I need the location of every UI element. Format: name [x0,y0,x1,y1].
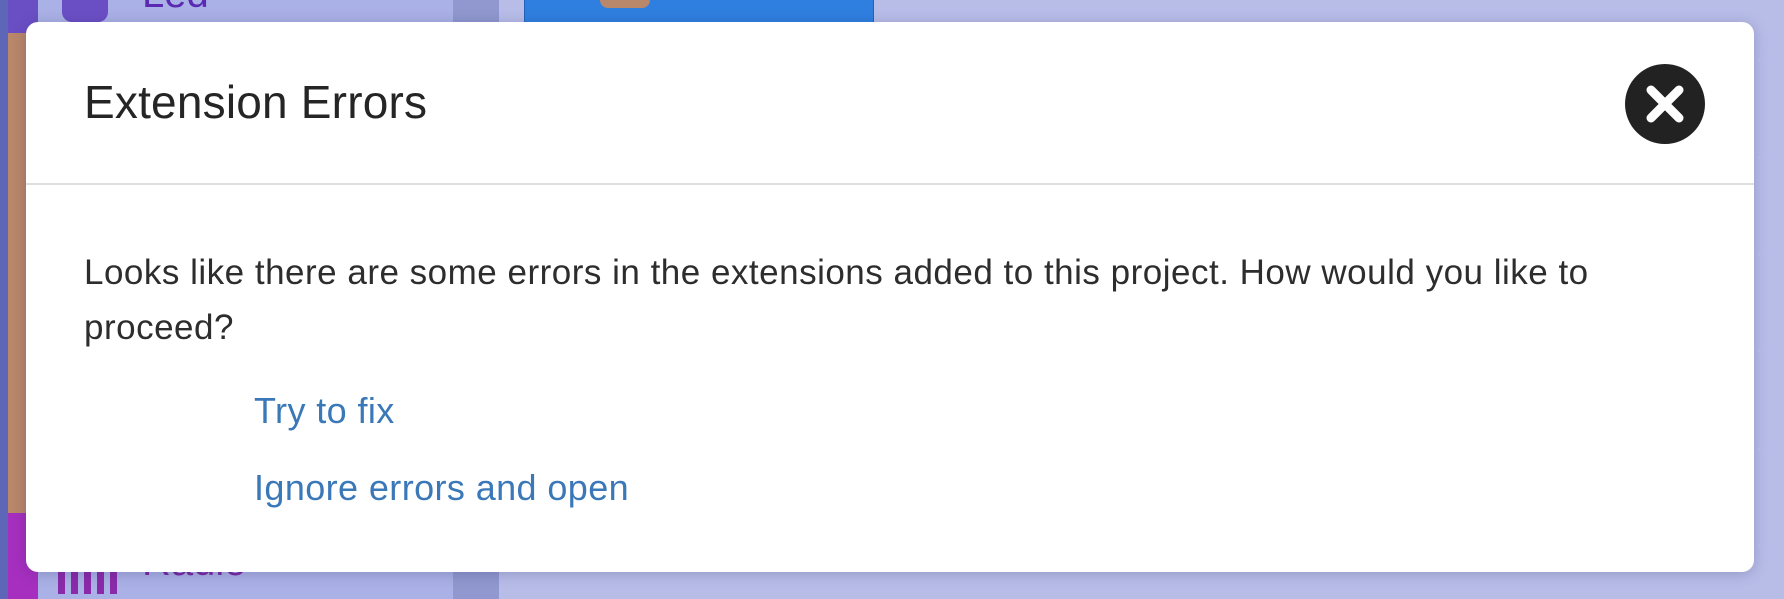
dialog-title: Extension Errors [84,76,428,128]
ignore-errors-and-open-link[interactable]: Ignore errors and open [254,467,629,509]
code-block-connector [600,0,650,8]
led-category-icon [62,0,108,22]
sidebar-edge [0,0,8,599]
close-button[interactable] [1625,64,1705,144]
dialog-header: Extension Errors [26,22,1754,185]
try-to-fix-link[interactable]: Try to fix [254,390,395,432]
extension-errors-dialog: Extension Errors Looks like there are so… [26,22,1754,572]
close-icon [1646,85,1684,123]
category-led: Led [142,0,209,17]
dialog-message: Looks like there are some errors in the … [84,253,1589,347]
